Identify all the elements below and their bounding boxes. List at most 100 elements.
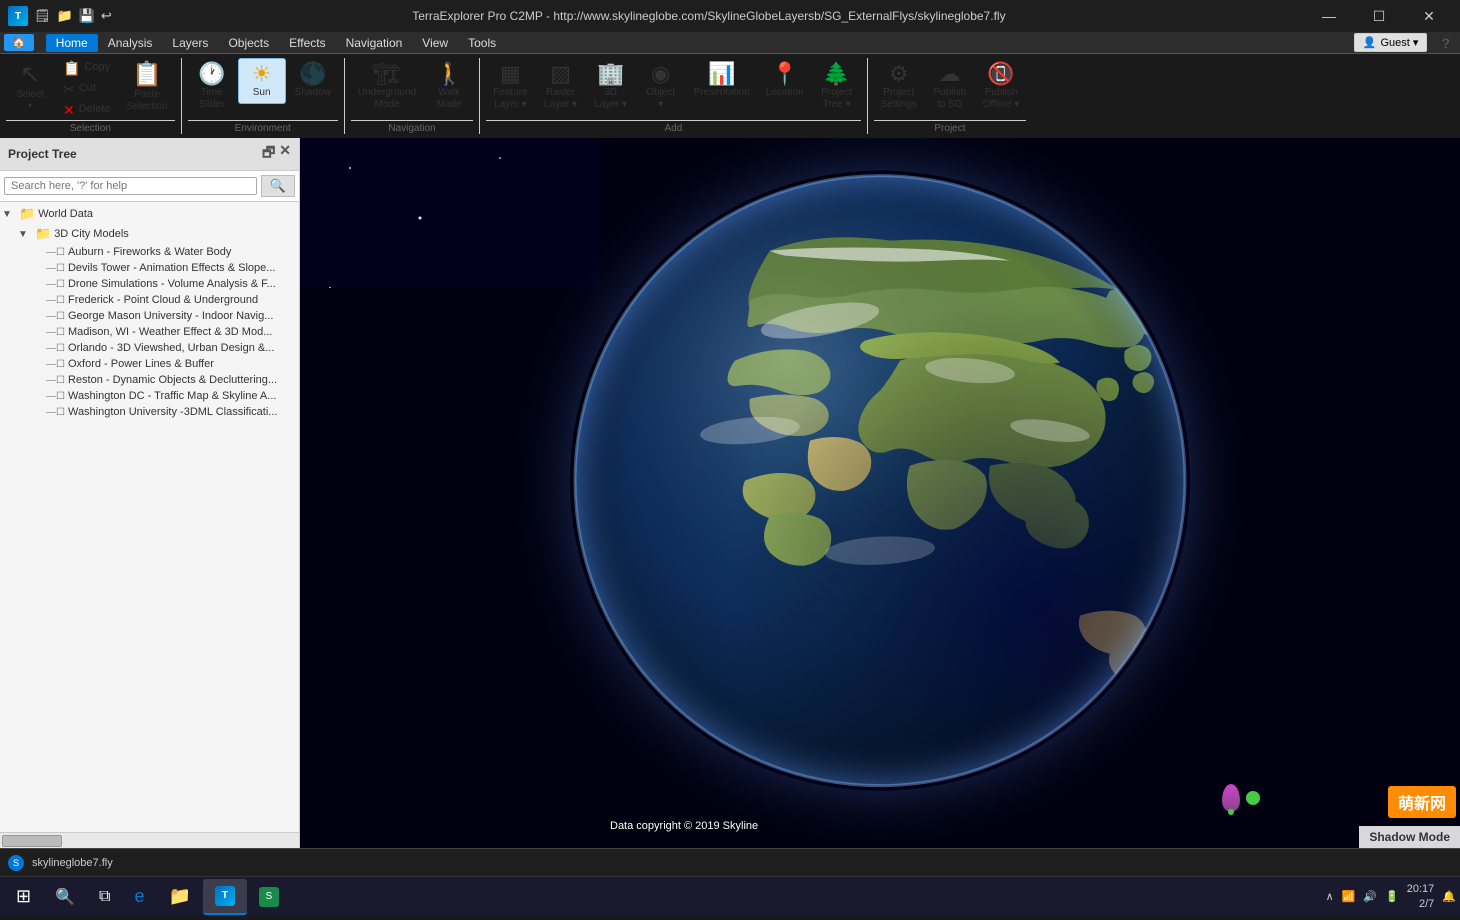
tab-tools[interactable]: Tools xyxy=(458,34,506,52)
paste-button[interactable]: 📋 Paste Selection xyxy=(120,58,175,118)
publish-sg-button[interactable]: ☁ Publish to SG xyxy=(926,58,974,116)
select-button[interactable]: ↖ Select ▾ xyxy=(6,58,54,116)
project-settings-button[interactable]: ⚙ Project Settings xyxy=(874,58,924,116)
underground-mode-button[interactable]: 🏗 Underground Mode xyxy=(351,58,423,116)
tree-item-frederick[interactable]: ☐ Frederick - Point Cloud & Underground xyxy=(0,292,299,308)
tree-item-auburn[interactable]: ☐ Auburn - Fireworks & Water Body xyxy=(0,244,299,260)
raster-layer-button[interactable]: ▨ Raster Layer ▾ xyxy=(537,58,585,116)
taskbar-edge[interactable]: e xyxy=(122,879,156,915)
project-tree-icon: 🌲 xyxy=(823,63,850,85)
time-display: 20:17 xyxy=(1407,882,1435,896)
tree-item-madison[interactable]: ☐ Madison, WI - Weather Effect & 3D Mod.… xyxy=(0,324,299,340)
taskbar-tray: ∧ 📶 🔊 🔋 20:17 2/7 🔔 xyxy=(1326,882,1456,911)
tab-home[interactable]: Home xyxy=(46,34,98,52)
file-type-icon: S xyxy=(8,855,24,871)
sidebar-header-controls[interactable]: 🗗 ✕ xyxy=(262,142,291,166)
te-icon: T xyxy=(215,886,235,906)
guest-button[interactable]: 👤 Guest ▾ xyxy=(1354,33,1428,52)
clipboard-group: 📋 Copy ✂ Cut ✕ Delete xyxy=(56,58,118,120)
ribbon-group-project: ⚙ Project Settings ☁ Publish to SG 📵 Pub… xyxy=(868,58,1033,134)
delete-icon: ✕ xyxy=(63,103,75,117)
time-slider-button[interactable]: 🕐 Time Slider xyxy=(188,58,236,116)
tree-item-devils-tower[interactable]: ☐ Devils Tower - Animation Effects & Slo… xyxy=(0,260,299,276)
notification-icon[interactable]: 🔔 xyxy=(1442,890,1456,903)
taskbar-explorer[interactable]: 📁 xyxy=(156,879,202,915)
help-button[interactable]: ? xyxy=(1435,33,1456,53)
feature-layer-button[interactable]: ▦ Feature Layer ▾ xyxy=(486,58,534,116)
project-buttons: ⚙ Project Settings ☁ Publish to SG 📵 Pub… xyxy=(874,58,1027,120)
tree-item-world-data[interactable]: ▼ 📁 World Data xyxy=(0,204,299,224)
search-button[interactable]: 🔍 xyxy=(261,175,295,197)
ribbon: ↖ Select ▾ 📋 Copy ✂ Cut ✕ xyxy=(0,54,1460,138)
tree-item-george-mason[interactable]: ☐ George Mason University - Indoor Navig… xyxy=(0,308,299,324)
taskbar-terraexplorer[interactable]: T xyxy=(203,879,247,915)
taskbar: ⊞ 🔍 ⧉ e 📁 T S ∧ 📶 🔊 🔋 20:17 2/7 🔔 xyxy=(0,876,1460,916)
globe xyxy=(570,171,1190,791)
tree-item-washington-dc[interactable]: ☐ Washington DC - Traffic Map & Skyline … xyxy=(0,388,299,404)
object-button[interactable]: ◉ Object ▾ xyxy=(637,58,685,116)
maximize-button[interactable]: ☐ xyxy=(1356,0,1402,32)
sidebar-scrollbar-thumb[interactable] xyxy=(2,835,62,847)
tray-expand[interactable]: ∧ xyxy=(1326,890,1334,903)
cut-button[interactable]: ✂ Cut xyxy=(56,79,118,99)
minimize-button[interactable]: — xyxy=(1306,0,1352,32)
delete-button[interactable]: ✕ Delete xyxy=(56,100,118,120)
status-indicators xyxy=(1222,784,1260,812)
tab-objects[interactable]: Objects xyxy=(218,34,279,52)
globe-viewport[interactable]: Data copyright © 2019 Skyline Shadow Mod… xyxy=(300,138,1460,848)
tree-item-reston[interactable]: ☐ Reston - Dynamic Objects & Declutterin… xyxy=(0,372,299,388)
tab-view[interactable]: View xyxy=(412,34,458,52)
close-button[interactable]: ✕ xyxy=(1406,0,1452,32)
add-buttons: ▦ Feature Layer ▾ ▨ Raster Layer ▾ 🏢 3D … xyxy=(486,58,860,120)
ribbon-group-selection: ↖ Select ▾ 📋 Copy ✂ Cut ✕ xyxy=(0,58,182,134)
taskbar-start[interactable]: ⊞ xyxy=(4,879,43,915)
battery-icon: 🔋 xyxy=(1385,890,1399,903)
title-bar-left: T 🗒 📁 💾 ↩ xyxy=(8,6,112,26)
tree-item-washington-univ[interactable]: ☐ Washington University -3DML Classifica… xyxy=(0,404,299,420)
location-button[interactable]: 📍 Location xyxy=(759,58,811,104)
3d-layer-button[interactable]: 🏢 3D Layer ▾ xyxy=(587,58,635,116)
sidebar-header-left: Project Tree xyxy=(8,147,77,161)
menu-bar: 🏠 Home Analysis Layers Objects Effects N… xyxy=(0,32,1460,54)
tree-item-drone[interactable]: ☐ Drone Simulations - Volume Analysis & … xyxy=(0,276,299,292)
sidebar-title: Project Tree xyxy=(8,147,77,161)
tree-item-3d-city[interactable]: ▼ 📁 3D City Models xyxy=(0,224,299,244)
tab-analysis[interactable]: Analysis xyxy=(98,34,163,52)
sun-button[interactable]: ☀ Sun xyxy=(238,58,286,104)
raster-layer-icon: ▨ xyxy=(550,63,571,85)
taskbar-taskview[interactable]: ⧉ xyxy=(87,879,122,915)
copy-icon: 📋 xyxy=(63,61,80,75)
tree-item-orlando[interactable]: ☐ Orlando - 3D Viewshed, Urban Design &.… xyxy=(0,340,299,356)
clock[interactable]: 20:17 2/7 xyxy=(1407,882,1435,911)
tab-effects[interactable]: Effects xyxy=(279,34,335,52)
green-status-dot xyxy=(1246,791,1260,805)
publish-offline-button[interactable]: 📵 Publish Offline ▾ xyxy=(976,58,1027,116)
window-controls[interactable]: — ☐ ✕ xyxy=(1306,0,1452,32)
presentation-icon: 📊 xyxy=(708,63,735,85)
copy-button[interactable]: 📋 Copy xyxy=(56,58,118,78)
search-input[interactable] xyxy=(4,177,257,195)
sidebar-float-button[interactable]: 🗗 xyxy=(262,142,275,166)
tab-navigation[interactable]: Navigation xyxy=(336,34,413,52)
location-icon: 📍 xyxy=(771,63,798,85)
presentation-button[interactable]: 📊 Presentation xyxy=(687,58,757,104)
statusbar-left: S skylineglobe7.fly xyxy=(8,855,113,871)
walk-mode-button[interactable]: 🚶 Walk Mode xyxy=(425,58,473,116)
publish-sg-icon: ☁ xyxy=(939,63,961,85)
shadow-button[interactable]: 🌑 Shadow xyxy=(288,58,338,104)
ribbon-group-add: ▦ Feature Layer ▾ ▨ Raster Layer ▾ 🏢 3D … xyxy=(480,58,867,134)
sidebar-close-button[interactable]: ✕ xyxy=(279,142,291,166)
ribbon-group-environment: 🕐 Time Slider ☀ Sun 🌑 Shadow Environment xyxy=(182,58,345,134)
signal-indicator xyxy=(1222,784,1240,812)
sidebar: Project Tree 🗗 ✕ 🔍 ▼ 📁 World Data ▼ 📁 3D xyxy=(0,138,300,848)
tab-layers[interactable]: Layers xyxy=(162,34,218,52)
taskbar-skyline[interactable]: S xyxy=(247,879,291,915)
group-label-add: Add xyxy=(486,120,860,134)
network-icon: 📶 xyxy=(1342,890,1356,903)
project-tree-button[interactable]: 🌲 Project Tree ▾ xyxy=(813,58,861,116)
app-icon: T xyxy=(8,6,28,26)
tree-item-oxford[interactable]: ☐ Oxford - Power Lines & Buffer xyxy=(0,356,299,372)
taskbar-search[interactable]: 🔍 xyxy=(43,879,87,915)
sidebar-scrollbar[interactable] xyxy=(0,832,299,848)
group-label-environment: Environment xyxy=(188,120,338,134)
